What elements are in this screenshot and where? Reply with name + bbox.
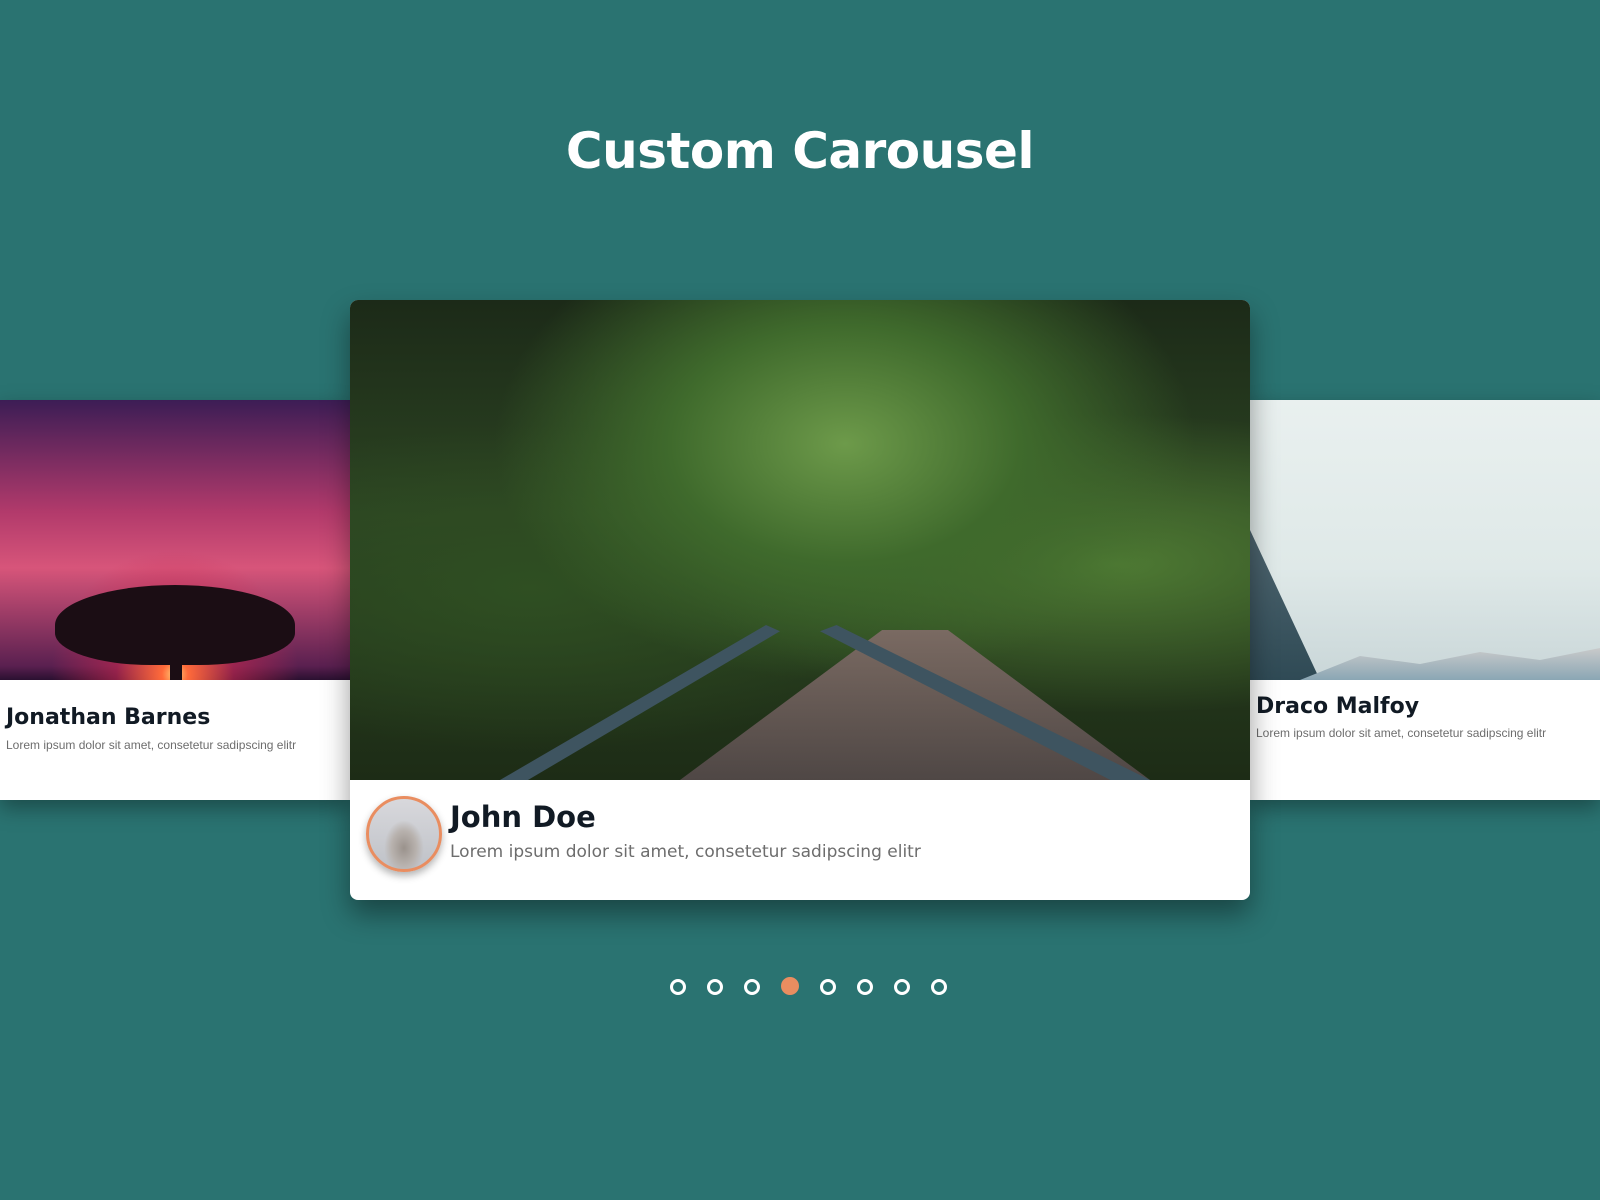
pagination-dot-6[interactable]: [857, 979, 873, 995]
carousel-card-next[interactable]: Draco Malfoy Lorem ipsum dolor sit amet,…: [1250, 400, 1600, 800]
pagination-dot-3[interactable]: [744, 979, 760, 995]
carousel-pagination: [670, 977, 947, 995]
pagination-dot-8[interactable]: [931, 979, 947, 995]
card-description: Lorem ipsum dolor sit amet, consetetur s…: [1256, 726, 1547, 740]
page-title: Custom Carousel: [565, 122, 1035, 180]
card-image-forest-bridge: [350, 300, 1250, 780]
carousel-card-active[interactable]: John Doe Lorem ipsum dolor sit amet, con…: [350, 300, 1250, 900]
avatar: [366, 796, 442, 872]
card-description: Lorem ipsum dolor sit amet, consetetur s…: [450, 842, 921, 862]
pagination-dot-1[interactable]: [670, 979, 686, 995]
card-name: Draco Malfoy: [1256, 694, 1420, 719]
pagination-dot-2[interactable]: [707, 979, 723, 995]
pagination-dot-7[interactable]: [894, 979, 910, 995]
pagination-dot-5[interactable]: [820, 979, 836, 995]
card-description: Lorem ipsum dolor sit amet, consetetur s…: [6, 738, 297, 752]
card-name: Jonathan Barnes: [6, 705, 211, 730]
card-image-mountains: [1250, 400, 1600, 680]
card-image-sunset-tree: [0, 400, 350, 680]
pagination-dot-4-active[interactable]: [781, 977, 799, 995]
carousel-card-previous[interactable]: Jonathan Barnes Lorem ipsum dolor sit am…: [0, 400, 350, 800]
card-name: John Doe: [450, 800, 596, 834]
